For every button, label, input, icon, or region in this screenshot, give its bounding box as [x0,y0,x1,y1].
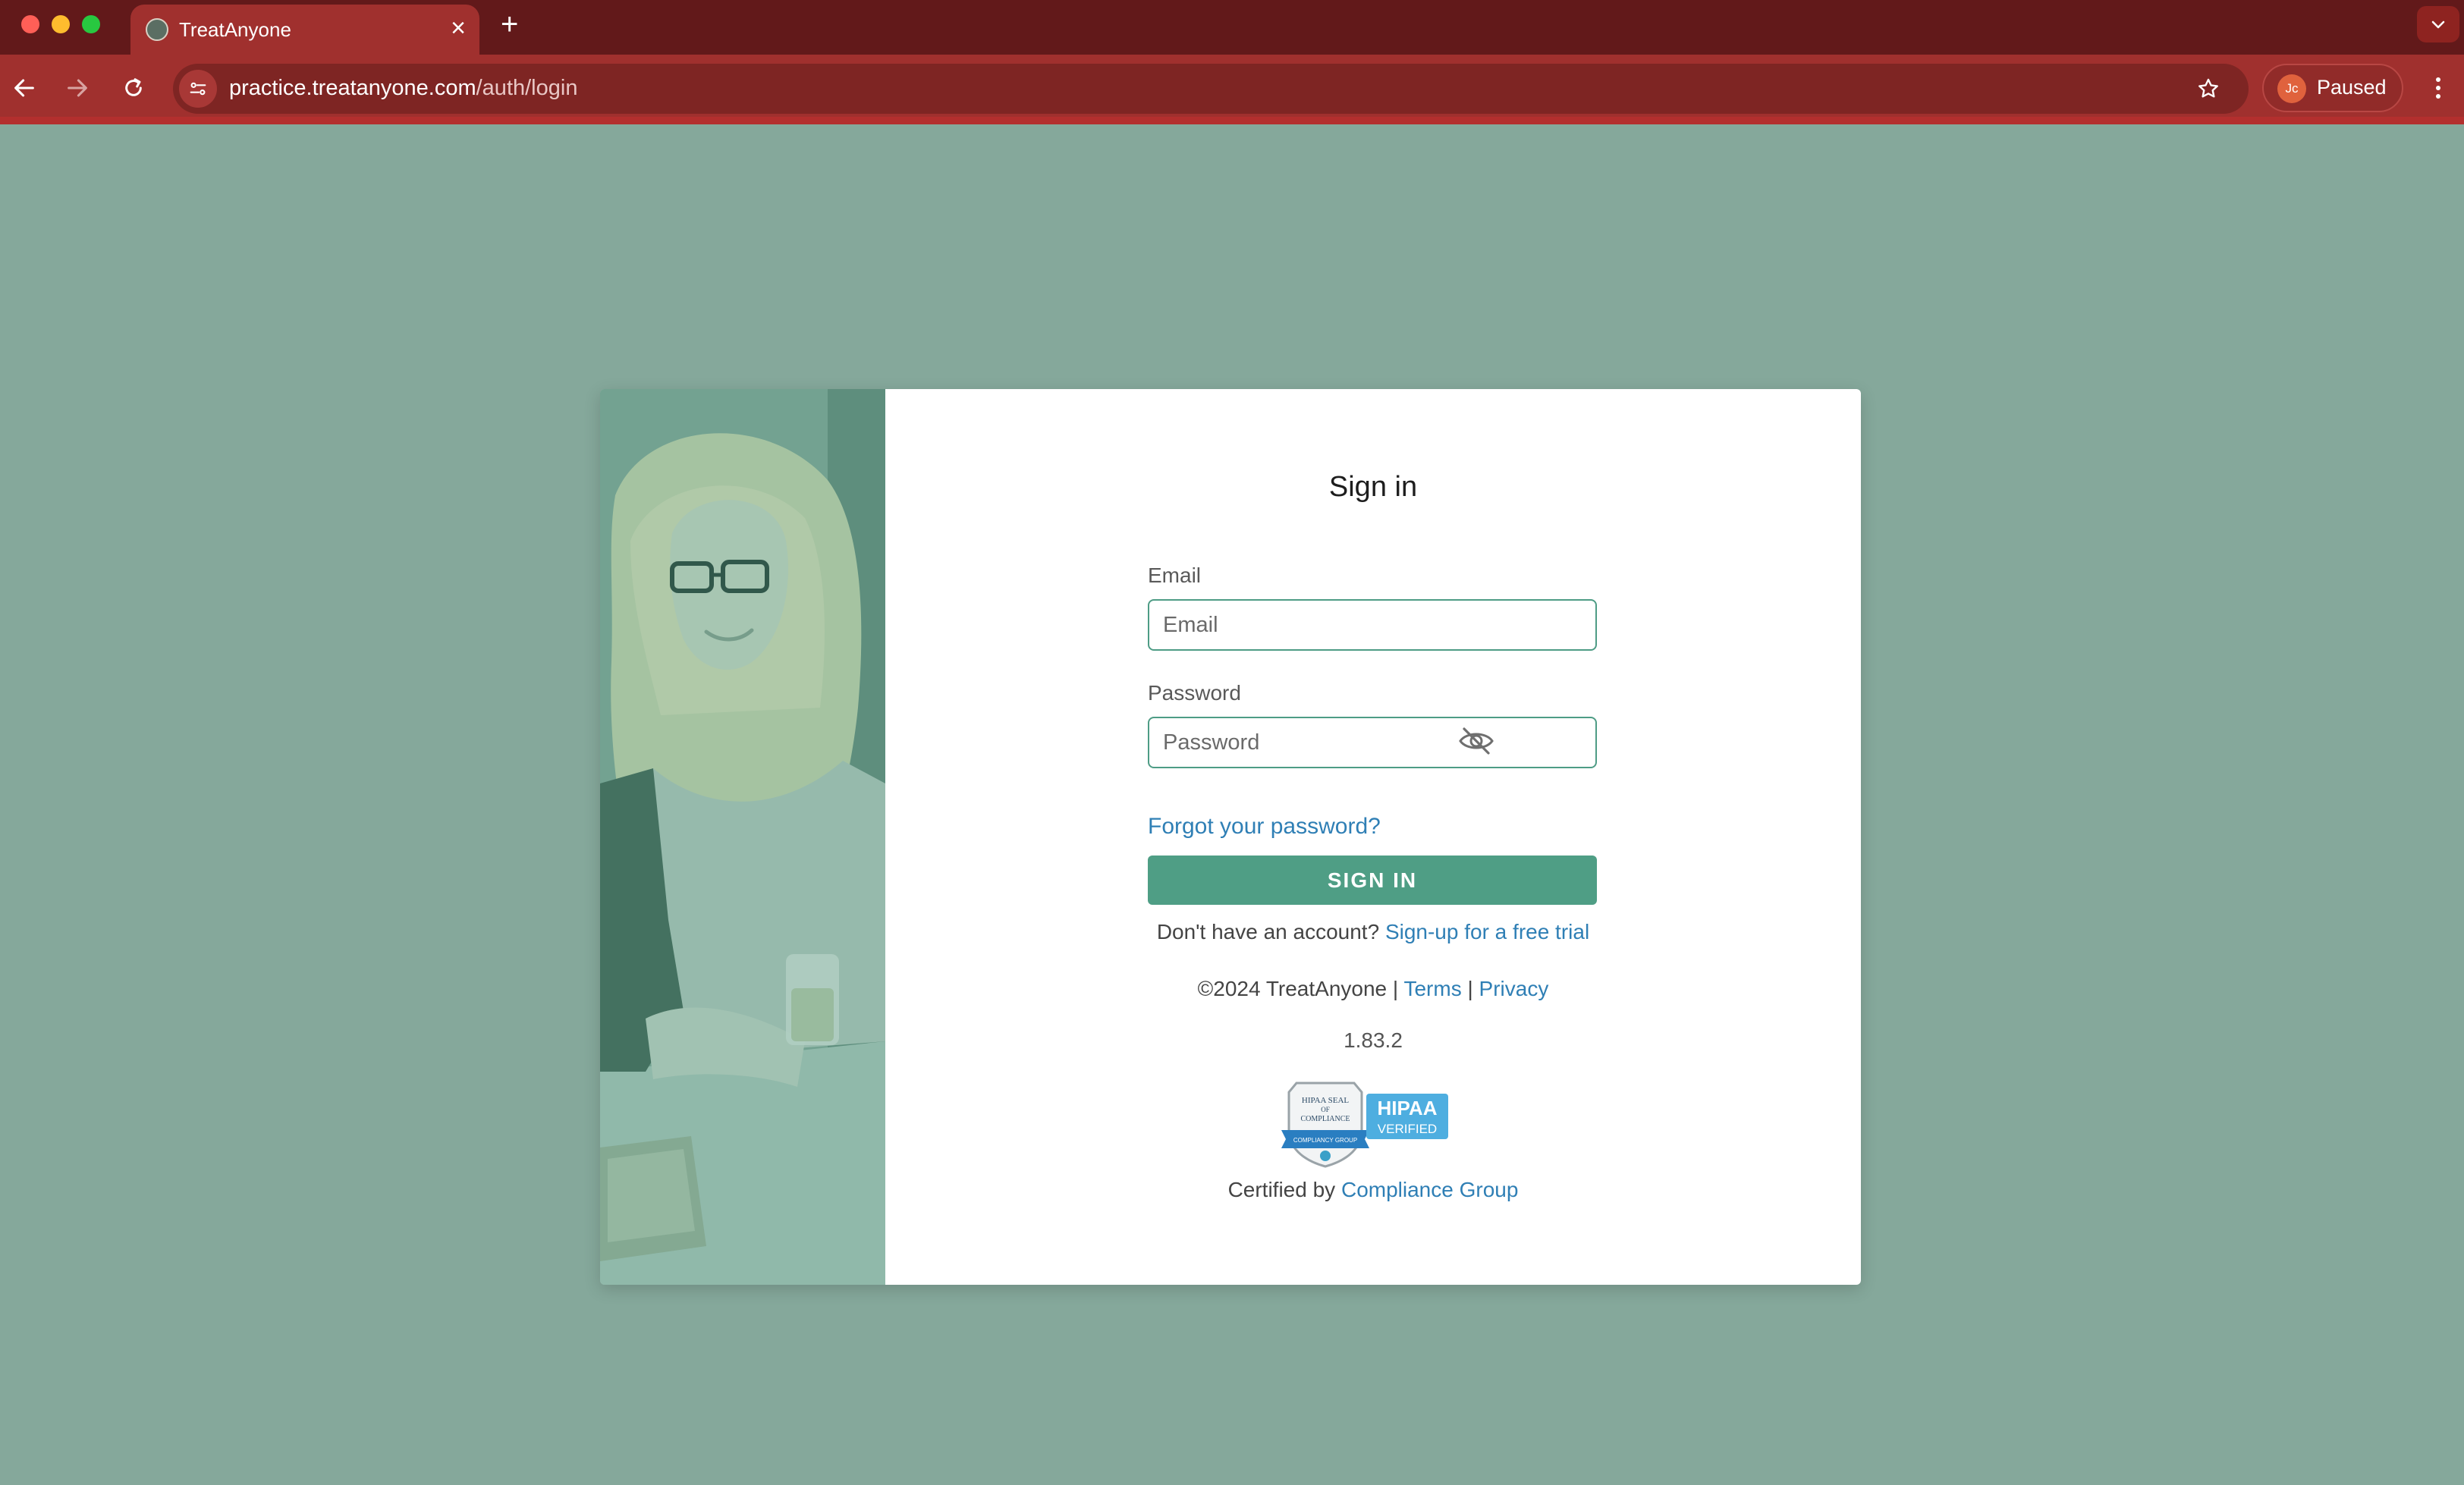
forgot-password-link[interactable]: Forgot your password? [1148,814,1381,840]
app-version: 1.83.2 [1344,1028,1403,1052]
profile-status: Paused [2317,76,2387,99]
signup-link[interactable]: Sign-up for a free trial [1385,920,1589,943]
site-info-button[interactable] [179,70,217,108]
star-icon [2198,78,2218,98]
copyright-text: ©2024 TreatAnyone | [1197,977,1399,1000]
site-favicon-icon [146,18,168,41]
kebab-icon [2436,77,2440,99]
forward-button[interactable] [59,70,96,106]
eye-off-icon[interactable] [1457,726,1495,756]
reload-icon [125,78,142,96]
terms-link[interactable]: Terms [1403,977,1461,1000]
url-text: practice.treatanyone.com/auth/login [229,76,577,101]
woman-photo-illustration [600,389,885,1285]
browser-tab-active[interactable]: TreatAnyone × [130,5,479,55]
compliance-group-link[interactable]: Compliance Group [1341,1178,1518,1201]
signup-row: Don't have an account? Sign-up for a fre… [885,920,1861,944]
browser-tab-bar: TreatAnyone × + [0,0,2464,55]
arrow-left-icon [14,79,34,97]
chevron-down-icon [2431,20,2445,29]
footer-links: ©2024 TreatAnyone | Terms | Privacy [885,977,1861,1001]
profile-button[interactable]: Jc Paused [2262,64,2403,112]
tab-title: TreatAnyone [179,18,291,41]
svg-text:HIPAA SEAL: HIPAA SEAL [1302,1096,1350,1105]
window-close-button[interactable] [21,15,39,33]
tune-icon [190,82,206,96]
login-form: Sign in Email Password Forgot your passw… [885,389,1861,1285]
url-host: practice.treatanyone.com [229,76,476,100]
email-field[interactable] [1148,599,1597,651]
no-account-text: Don't have an account? [1156,920,1380,943]
address-bar[interactable]: practice.treatanyone.com/auth/login [173,64,2249,114]
tab-close-icon[interactable]: × [451,15,466,41]
footer-separator: | [1467,977,1473,1000]
browser-menu-button[interactable] [2420,70,2456,106]
arrow-right-icon [68,79,87,97]
tab-search-button[interactable] [2417,6,2459,42]
hero-photo [600,389,885,1285]
svg-text:HIPAA: HIPAA [1378,1097,1438,1119]
window-maximize-button[interactable] [82,15,100,33]
url-path: /auth/login [476,76,578,100]
hipaa-seal-logo[interactable]: HIPAA SEAL OF COMPLIANCE COMPLIANCY GROU… [1280,1077,1451,1168]
bookmark-button[interactable] [2191,71,2226,106]
sign-in-button[interactable]: SIGN IN [1148,856,1597,905]
password-label: Password [1148,681,1241,705]
back-button[interactable] [6,70,42,106]
svg-text:COMPLIANCY GROUP: COMPLIANCY GROUP [1293,1137,1357,1144]
password-field[interactable] [1148,717,1597,768]
browser-toolbar: practice.treatanyone.com/auth/login Jc P… [0,55,2464,124]
svg-text:COMPLIANCE: COMPLIANCE [1300,1115,1350,1123]
page-title: Sign in [1328,471,1418,503]
login-card: Sign in Email Password Forgot your passw… [600,389,1861,1285]
svg-text:VERIFIED: VERIFIED [1378,1122,1437,1136]
avatar: Jc [2277,74,2306,103]
svg-text:OF: OF [1321,1106,1330,1113]
privacy-link[interactable]: Privacy [1479,977,1549,1000]
window-minimize-button[interactable] [52,15,70,33]
certified-text: Certified by [1227,1178,1336,1201]
certified-row: Certified by Compliance Group [885,1178,1861,1202]
email-label: Email [1148,564,1202,587]
reload-button[interactable] [115,70,152,106]
new-tab-icon[interactable]: + [501,9,518,39]
